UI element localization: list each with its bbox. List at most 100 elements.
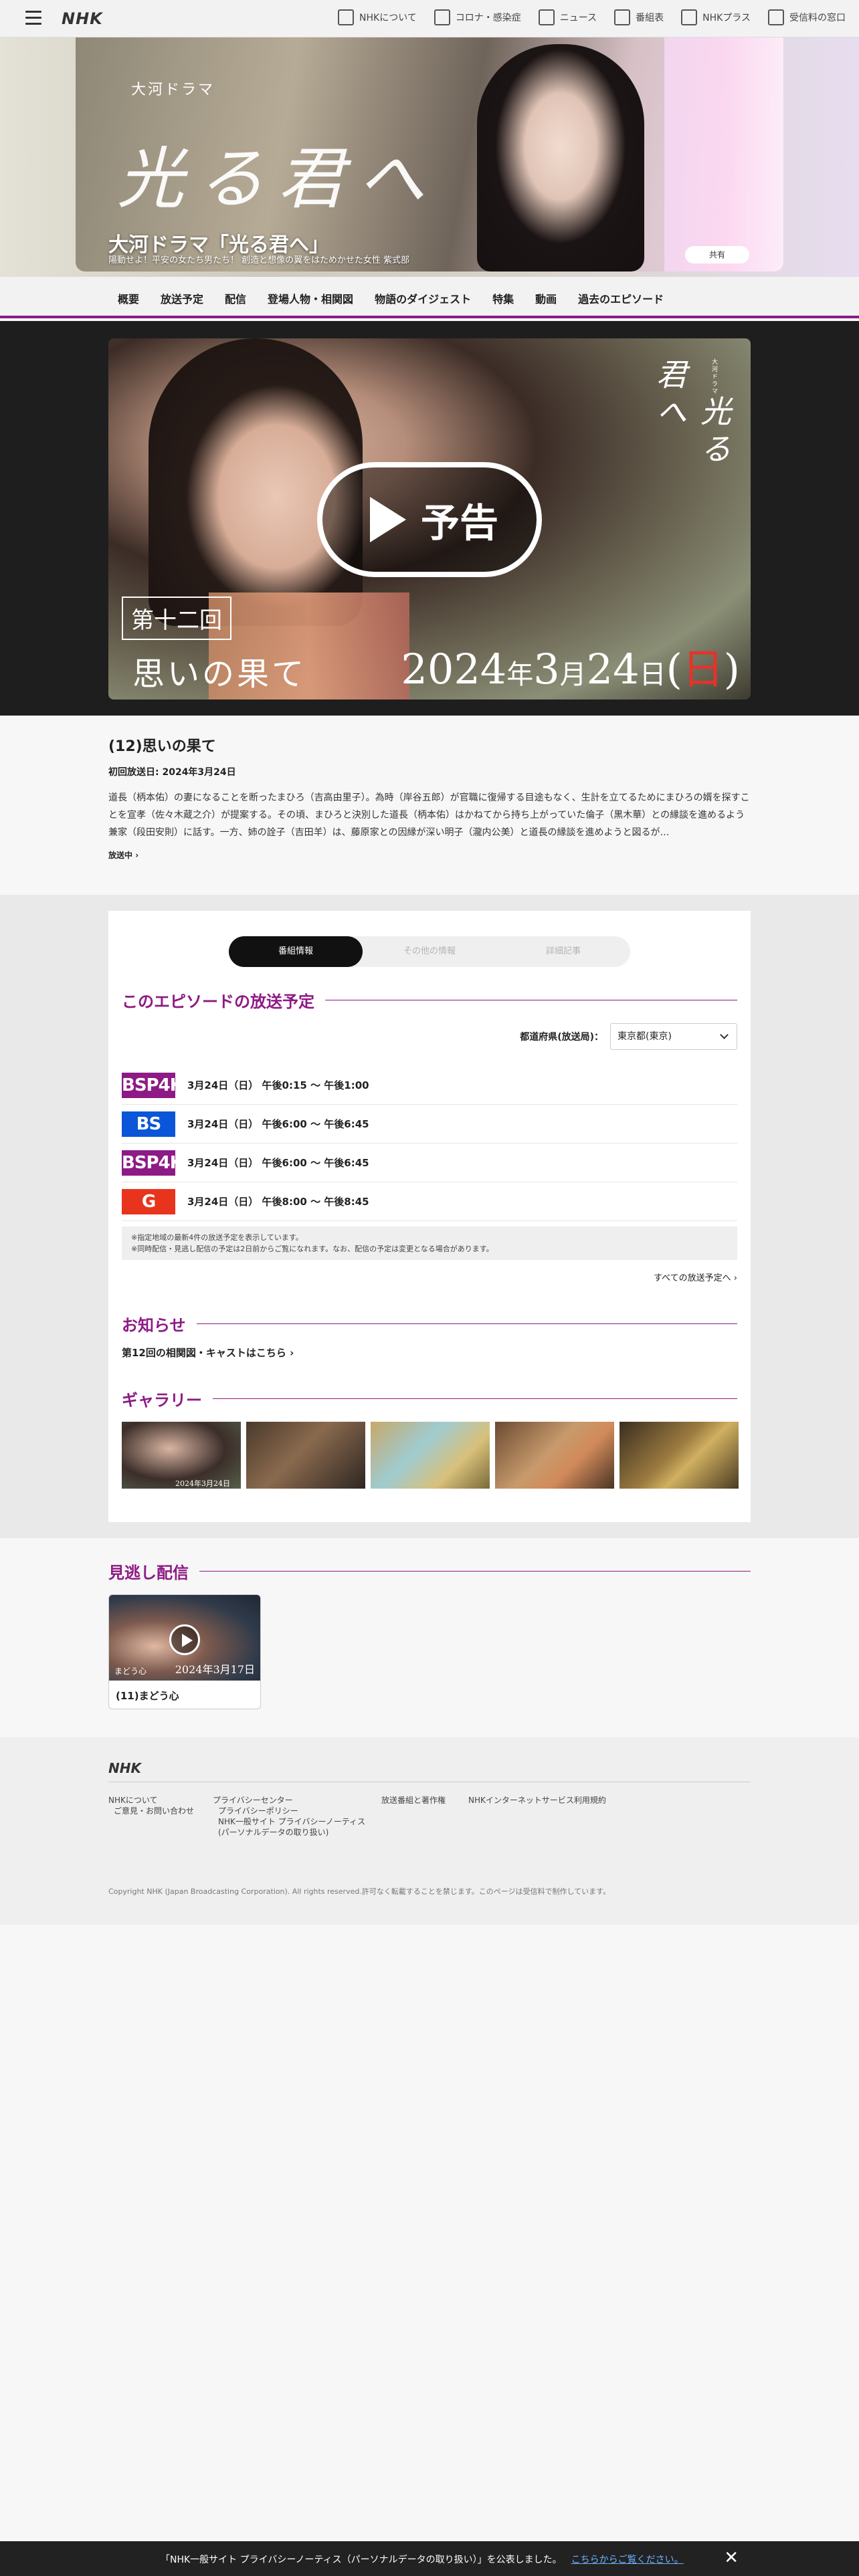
footer-link[interactable]: プライバシーセンター [213, 1795, 365, 1806]
nav-streaming[interactable]: 配信 [225, 290, 246, 306]
hero-banner: 大河ドラマ 光る君へ 大河ドラマ「光る君へ」 陽動せよ！平安の女たち男たち！ 創… [0, 37, 859, 318]
gallery-image[interactable] [246, 1422, 365, 1489]
program-nav: 概要 放送予定 配信 登場人物・相関図 物語のダイジェスト 特集 動画 過去のエ… [0, 277, 859, 318]
prefecture-selector: 都道府県(放送局)： 東京都(東京) [520, 1023, 737, 1050]
header-link-news[interactable]: ニュース [538, 9, 597, 25]
play-icon [169, 1624, 200, 1655]
chevron-right-icon: › [286, 1347, 294, 1359]
schedule-heading: このエピソードの放送予定 [122, 988, 737, 1012]
chevron-right-icon: › [132, 851, 139, 860]
gallery-image[interactable] [619, 1422, 739, 1489]
episode-info: (12)思いの果て 初回放送日: 2024年3月24日 道長（柄本佑）の妻になる… [108, 734, 751, 861]
hero-tagline: 陽動せよ！平安の女たち男たち！ 創造と想像の翼をはためかせた女性 紫式部 [108, 255, 410, 265]
footer-col-3: 放送番組と著作権 [381, 1795, 446, 1806]
schedule-row[interactable]: BSP4K 3月24日（日） 午後0:15 〜 午後1:00 [122, 1066, 737, 1105]
nhk-logo[interactable]: NHK [62, 9, 103, 28]
footer-logo[interactable]: NHK [108, 1760, 141, 1776]
schedule-row[interactable]: BS 3月24日（日） 午後6:00 〜 午後6:45 [122, 1105, 737, 1144]
nhkplus-icon [681, 9, 698, 25]
all-schedule-link[interactable]: すべての放送予定へ › [654, 1271, 737, 1283]
hero-curtain [664, 37, 783, 272]
episode-number: 第十二回 [122, 597, 231, 640]
nav-cast[interactable]: 登場人物・相関図 [268, 290, 353, 306]
air-date: 2024年3月24日(日) [401, 645, 740, 693]
episode-name: 思いの果て [132, 655, 307, 693]
schedule-list: BSP4K 3月24日（日） 午後0:15 〜 午後1:00 BS 3月24日（日）… [122, 1066, 737, 1221]
footer: NHK NHKについて ご意見・お問い合わせ プライバシーセンター プライバシー… [0, 1737, 859, 1925]
fee-icon [768, 9, 784, 25]
tab-program-info[interactable]: 番組情報 [229, 936, 363, 967]
footer-link[interactable]: (パーソナルデータの取り扱い) [213, 1827, 365, 1838]
channel-badge: G [122, 1188, 175, 1214]
missed-heading: 見逃し配信 [108, 1560, 751, 1583]
trailer-video[interactable]: 大河ドラマ光る君へ 予告 第十二回 思いの果て 2024年3月24日(日) [108, 338, 751, 700]
tab-other-info[interactable]: その他の情報 [363, 936, 496, 967]
share-button[interactable]: 共有 [685, 246, 749, 263]
nav-videos[interactable]: 動画 [535, 290, 557, 306]
footer-link[interactable]: ご意見・お問い合わせ [108, 1806, 194, 1816]
episode-synopsis: 道長（柄本佑）の妻になることを断ったまひろ（吉高由里子）。為時（岸谷五郎）が官職… [108, 792, 750, 838]
tab-articles[interactable]: 詳細記事 [496, 936, 630, 967]
privacy-notice-message: 「NHK一般サイト プライバシーノーティス（パーソナルデータの取り扱い）」を公表… [161, 2555, 684, 2565]
footer-link[interactable]: プライバシーポリシー [213, 1806, 365, 1816]
prefecture-select[interactable]: 東京都(東京) [610, 1023, 737, 1050]
video-logo: 大河ドラマ光る君へ [652, 358, 732, 470]
header-link-covid[interactable]: コロナ・感染症 [434, 9, 521, 25]
chevron-right-icon: › [731, 1273, 737, 1283]
play-icon [369, 497, 406, 542]
gallery-image[interactable]: 2024年3月24日 [122, 1422, 241, 1489]
first-air-date: 初回放送日: 2024年3月24日 [108, 767, 236, 778]
hero-portrait [477, 44, 644, 272]
footer-col-4: NHKインターネットサービス利用規約 [468, 1795, 606, 1806]
chevron-down-icon [720, 1031, 729, 1039]
news-icon [538, 9, 555, 25]
schedule-note: ※指定地域の最新4件の放送予定を表示しています。 ※同時配信・見逃し配信の予定は… [122, 1226, 737, 1260]
gallery-strip: 2024年3月24日 [122, 1422, 739, 1489]
gallery-image[interactable] [495, 1422, 614, 1489]
episode-title: (12)思いの果て [108, 738, 216, 755]
footer-col-2: プライバシーセンター プライバシーポリシー NHK一般サイト プライバシーノーテ… [213, 1795, 365, 1838]
info-tabs: 番組情報 その他の情報 詳細記事 [229, 936, 630, 967]
footer-link[interactable]: NHK一般サイト プライバシーノーティス [213, 1816, 365, 1827]
footer-link[interactable]: NHKについて [108, 1795, 194, 1806]
on-air-link[interactable]: 放送中 › [108, 849, 751, 861]
header-link-schedule[interactable]: 番組表 [614, 9, 664, 25]
privacy-notice-link[interactable]: こちらからご覧ください。 [571, 2555, 684, 2565]
channel-badge: BS [122, 1111, 175, 1137]
menu-icon[interactable] [25, 11, 41, 25]
footer-col-1: NHKについて ご意見・お問い合わせ [108, 1795, 194, 1816]
hero-subtitle: 大河ドラマ [131, 82, 215, 98]
header-link-fee[interactable]: 受信料の窓口 [768, 9, 846, 25]
hero-logo: 光る君へ [117, 140, 438, 218]
copyright: Copyright NHK (Japan Broadcasting Corpor… [108, 1887, 611, 1896]
gallery-image[interactable] [371, 1422, 490, 1489]
cast-chart-link[interactable]: 第12回の相関図・キャストはこちら › [122, 1346, 294, 1360]
nav-digest[interactable]: 物語のダイジェスト [375, 290, 471, 306]
nav-past-episodes[interactable]: 過去のエピソード [578, 290, 664, 306]
play-trailer-button[interactable]: 予告 [317, 462, 542, 577]
nav-features[interactable]: 特集 [492, 290, 514, 306]
header-link-about[interactable]: NHKについて [338, 9, 417, 25]
program-guide-icon [614, 9, 631, 25]
global-header: NHK NHKについて コロナ・感染症 ニュース 番組表 NHKプラス 受信料の… [0, 0, 859, 37]
nav-schedule[interactable]: 放送予定 [161, 290, 203, 306]
footer-link[interactable]: 放送番組と著作権 [381, 1795, 446, 1806]
channel-badge: BSP4K [122, 1150, 183, 1176]
privacy-notice-bar: 「NHK一般サイト プライバシーノーティス（パーソナルデータの取り扱い）」を公表… [0, 2541, 859, 2576]
schedule-row[interactable]: G 3月24日（日） 午後8:00 〜 午後8:45 [122, 1182, 737, 1221]
video-section: 大河ドラマ光る君へ 予告 第十二回 思いの果て 2024年3月24日(日) [0, 321, 859, 716]
nhk-icon [338, 9, 355, 25]
schedule-row[interactable]: BSP4K 3月24日（日） 午後6:00 〜 午後6:45 [122, 1144, 737, 1182]
missed-episode-title: (11)まどう心 [116, 1690, 179, 1702]
missed-episode-card[interactable]: まどう心 2024年3月17日 (11)まどう心 [108, 1594, 261, 1709]
header-links: NHKについて コロナ・感染症 ニュース 番組表 NHKプラス 受信料の窓口 [338, 9, 846, 25]
channel-badge: BSP4K [122, 1072, 183, 1098]
close-icon[interactable]: ✕ [724, 2549, 739, 2567]
header-link-nhkplus[interactable]: NHKプラス [681, 9, 751, 25]
news-heading: お知らせ [122, 1312, 737, 1335]
nav-overview[interactable]: 概要 [118, 290, 139, 306]
footer-link[interactable]: NHKインターネットサービス利用規約 [468, 1795, 606, 1806]
content-panel: 番組情報 その他の情報 詳細記事 このエピソードの放送予定 都道府県(放送局)：… [108, 911, 751, 1522]
missed-thumbnail: まどう心 2024年3月17日 [109, 1595, 260, 1681]
gallery-heading: ギャラリー [122, 1387, 737, 1410]
